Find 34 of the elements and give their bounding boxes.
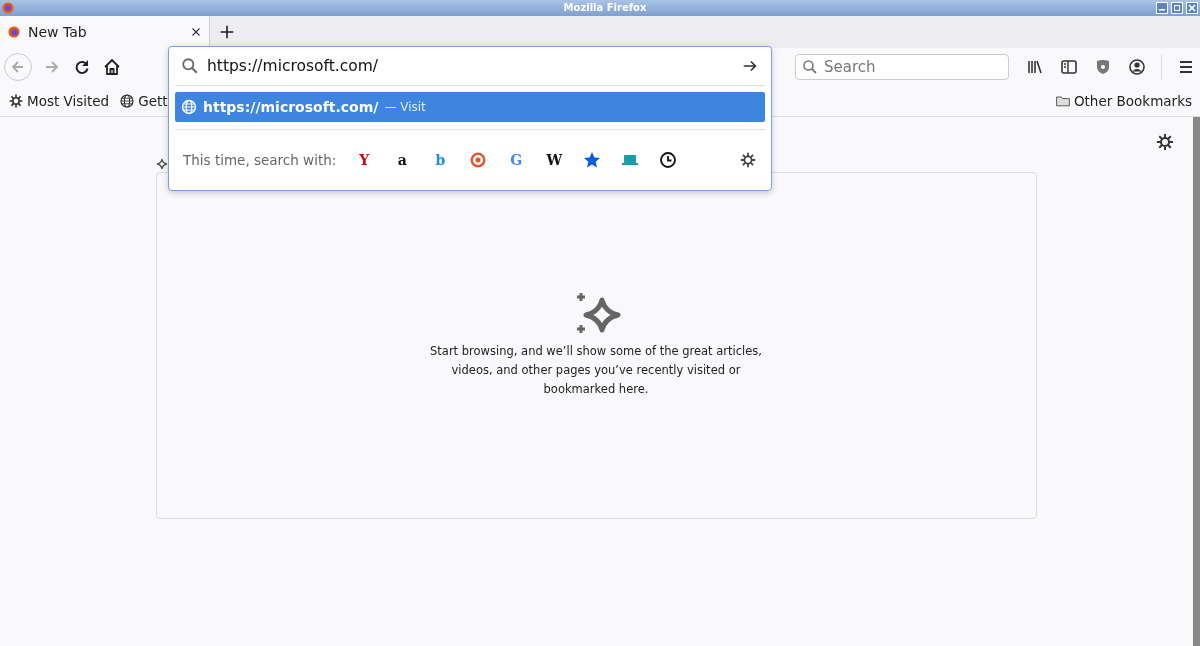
search-with-label: This time, search with: — [183, 152, 337, 168]
minimize-button[interactable] — [1156, 2, 1168, 14]
sparkle-icon — [155, 157, 169, 171]
search-field[interactable]: Search — [795, 54, 1009, 80]
globe-icon — [181, 99, 197, 115]
search-engine-button[interactable]: G — [506, 150, 527, 170]
search-engine-button[interactable]: Y — [354, 150, 375, 170]
search-icon — [802, 59, 818, 75]
sidebar-icon[interactable] — [1059, 57, 1079, 77]
browser-logo-icon — [6, 24, 22, 40]
folder-icon — [1054, 93, 1071, 109]
gear-icon — [8, 93, 24, 109]
settings-icon[interactable] — [739, 151, 757, 169]
home-button[interactable] — [102, 57, 122, 77]
suggestion-action: — Visit — [384, 100, 426, 114]
scrollbar[interactable] — [1193, 117, 1200, 646]
search-icon — [181, 57, 199, 75]
restore-button[interactable] — [1171, 2, 1183, 14]
settings-icon[interactable] — [1156, 133, 1174, 151]
browser-logo-icon — [2, 2, 14, 14]
clock-icon[interactable] — [658, 150, 679, 170]
new-tab-icon — [218, 23, 236, 41]
search-engine-button[interactable]: W — [544, 150, 565, 170]
window-title: Mozilla Firefox — [562, 1, 648, 15]
suggestion-row[interactable]: https://microsoft.com/ — Visit — [175, 92, 765, 122]
tab[interactable]: New Tab — [0, 16, 210, 48]
suggestion-url: https://microsoft.com/ — [203, 99, 379, 115]
globe-icon — [119, 93, 136, 109]
bookmark-folder[interactable]: Other Bookmarks — [1054, 93, 1192, 109]
close-button[interactable] — [1186, 2, 1198, 14]
empty-state-message: Start browsing, and we’ll show some of the great articles, videos, and other pages you’ve recently visited or bookmarked here. — [429, 343, 763, 398]
account-icon[interactable] — [1127, 57, 1147, 77]
bookmark-item[interactable]: Most Visited — [8, 93, 110, 109]
search-engine-button[interactable]: a — [392, 150, 413, 170]
